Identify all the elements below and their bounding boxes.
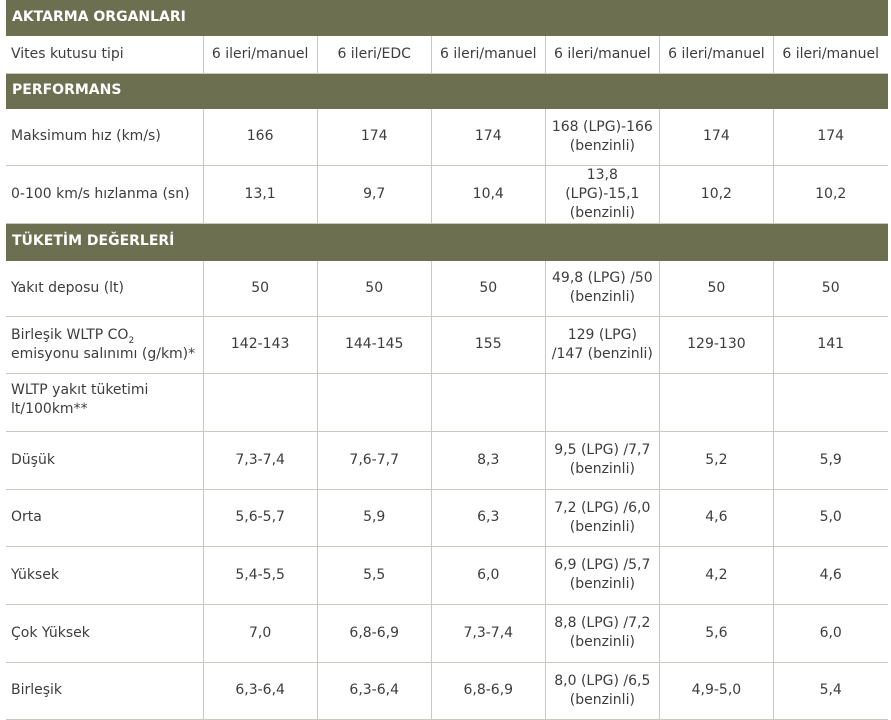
value-cell: 166 — [203, 108, 318, 166]
value-cell — [659, 373, 774, 432]
high-consumption-row: Yüksek 5,4-5,5 5,5 6,0 6,9 (LPG) /5,7 (benzi… — [6, 546, 888, 605]
value-cell: 50 — [431, 260, 546, 317]
value-cell: 50 — [203, 260, 318, 317]
acceleration-row: 0-100 km/s hızlanma (sn) 13,1 9,7 10,4 13,8 … — [6, 165, 888, 224]
value-cell: 7,6-7,7 — [317, 431, 432, 490]
value-cell: 8,3 — [431, 431, 546, 490]
value-cell: 141 — [773, 316, 888, 374]
gearbox-type-row: Vites kutusu tipi 6 ileri/manuel 6 ileri/E… — [6, 35, 888, 74]
value-cell: 8,0 (LPG) /6,5 (benzinli) — [545, 662, 660, 720]
row-label: Orta — [6, 489, 204, 547]
spec-table: AKTARMA ORGANLARI Vites kutusu tipi 6 iler… — [6, 0, 888, 720]
co2-emission-row: Birleşik WLTP CO2 emisyonu salınımı (g/km… — [6, 316, 888, 374]
row-label: Çok Yüksek — [6, 604, 204, 663]
value-cell: 6 ileri/manuel — [773, 35, 888, 74]
value-cell: 129-130 — [659, 316, 774, 374]
value-cell: 9,7 — [317, 165, 432, 224]
value-cell: 6 ileri/manuel — [203, 35, 318, 74]
section-transmission: AKTARMA ORGANLARI — [6, 0, 888, 36]
value-cell — [317, 373, 432, 432]
value-cell — [773, 373, 888, 432]
value-cell: 6 ileri/manuel — [659, 35, 774, 74]
fuel-tank-row: Yakıt deposu (lt) 50 50 50 49,8 (LPG) /50 (b… — [6, 260, 888, 317]
section-performance: PERFORMANS — [6, 73, 888, 109]
value-cell: 5,9 — [317, 489, 432, 547]
value-cell: 5,6 — [659, 604, 774, 663]
value-cell: 6,0 — [431, 546, 546, 605]
value-cell: 10,2 — [659, 165, 774, 224]
value-cell: 174 — [773, 108, 888, 166]
value-cell: 9,5 (LPG) /7,7 (benzinli) — [545, 431, 660, 490]
value-cell: 13,1 — [203, 165, 318, 224]
value-cell: 4,6 — [659, 489, 774, 547]
value-cell: 6,0 — [773, 604, 888, 663]
value-cell: 5,4-5,5 — [203, 546, 318, 605]
value-cell: 10,2 — [773, 165, 888, 224]
value-cell: 7,3-7,4 — [203, 431, 318, 490]
value-cell: 6,3-6,4 — [317, 662, 432, 720]
value-cell: 144-145 — [317, 316, 432, 374]
value-cell: 8,8 (LPG) /7,2 (benzinli) — [545, 604, 660, 663]
value-cell: 6,8-6,9 — [317, 604, 432, 663]
value-cell: 6,3 — [431, 489, 546, 547]
combined-consumption-row: Birleşik 6,3-6,4 6,3-6,4 6,8-6,9 8,0 (LPG) /… — [6, 662, 888, 720]
spec-sheet: AKTARMA ORGANLARI Vites kutusu tipi 6 iler… — [6, 0, 888, 720]
low-consumption-row: Düşük 7,3-7,4 7,6-7,7 8,3 9,5 (LPG) /7,7 (be… — [6, 431, 888, 490]
value-cell: 6 ileri/EDC — [317, 35, 432, 74]
value-cell — [545, 373, 660, 432]
very-high-consumption-row: Çok Yüksek 7,0 6,8-6,9 7,3-7,4 8,8 (LPG) /7,… — [6, 604, 888, 663]
value-cell: 4,6 — [773, 546, 888, 605]
value-cell: 4,9-5,0 — [659, 662, 774, 720]
value-cell: 50 — [659, 260, 774, 317]
value-cell: 5,9 — [773, 431, 888, 490]
value-cell: 5,6-5,7 — [203, 489, 318, 547]
row-label: Vites kutusu tipi — [6, 35, 204, 74]
value-cell: 5,2 — [659, 431, 774, 490]
max-speed-row: Maksimum hız (km/s) 166 174 174 168 (LPG)-16… — [6, 108, 888, 166]
row-label-subscript: 2 — [128, 335, 135, 346]
value-cell: 5,4 — [773, 662, 888, 720]
value-cell: 6,9 (LPG) /5,7 (benzinli) — [545, 546, 660, 605]
row-label: Birleşik — [6, 662, 204, 720]
value-cell: 142-143 — [203, 316, 318, 374]
row-label-text: emisyonu salınımı (g/km)* — [11, 345, 196, 362]
value-cell: 13,8 (LPG)-15,1 (benzinli) — [545, 165, 660, 224]
value-cell: 174 — [317, 108, 432, 166]
value-cell: 7,3-7,4 — [431, 604, 546, 663]
value-cell: 50 — [317, 260, 432, 317]
value-cell: 6 ileri/manuel — [545, 35, 660, 74]
value-cell: 6 ileri/manuel — [431, 35, 546, 74]
value-cell: 6,3-6,4 — [203, 662, 318, 720]
section-title: PERFORMANS — [6, 73, 888, 109]
row-label: Yakıt deposu (lt) — [6, 260, 204, 317]
section-consumption: TÜKETİM DEĞERLERİ — [6, 223, 888, 261]
value-cell: 6,8-6,9 — [431, 662, 546, 720]
value-cell: 129 (LPG) /147 (benzinli) — [545, 316, 660, 374]
value-cell: 4,2 — [659, 546, 774, 605]
row-label: Düşük — [6, 431, 204, 490]
row-label: WLTP yakıt tüketimi lt/100km** — [6, 373, 204, 432]
value-cell — [431, 373, 546, 432]
value-cell: 174 — [431, 108, 546, 166]
value-cell: 168 (LPG)-166 (benzinli) — [545, 108, 660, 166]
section-title: AKTARMA ORGANLARI — [6, 0, 888, 36]
section-title: TÜKETİM DEĞERLERİ — [6, 223, 888, 261]
value-cell: 7,0 — [203, 604, 318, 663]
row-label: Maksimum hız (km/s) — [6, 108, 204, 166]
value-cell: 5,5 — [317, 546, 432, 605]
value-cell — [203, 373, 318, 432]
mid-consumption-row: Orta 5,6-5,7 5,9 6,3 7,2 (LPG) /6,0 (benzinl… — [6, 489, 888, 547]
wltp-consumption-row: WLTP yakıt tüketimi lt/100km** — [6, 373, 888, 432]
value-cell: 50 — [773, 260, 888, 317]
row-label: Birleşik WLTP CO2 emisyonu salınımı (g/km… — [6, 316, 204, 374]
value-cell: 10,4 — [431, 165, 546, 224]
value-cell: 155 — [431, 316, 546, 374]
value-cell: 7,2 (LPG) /6,0 (benzinli) — [545, 489, 660, 547]
row-label-text: Birleşik WLTP CO — [11, 326, 129, 343]
value-cell: 49,8 (LPG) /50 (benzinli) — [545, 260, 660, 317]
value-cell: 5,0 — [773, 489, 888, 547]
row-label: 0-100 km/s hızlanma (sn) — [6, 165, 204, 224]
row-label: Yüksek — [6, 546, 204, 605]
value-cell: 174 — [659, 108, 774, 166]
